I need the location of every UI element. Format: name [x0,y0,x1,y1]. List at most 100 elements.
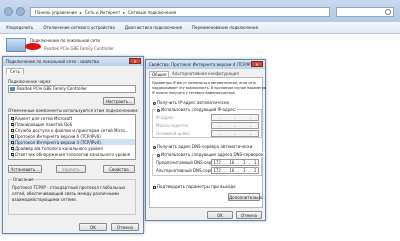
breadcrumb-item[interactable]: Панель управления [35,10,77,15]
advanced-button[interactable]: Дополнительно... [228,193,266,201]
search-icon [385,9,391,15]
checkbox[interactable]: ✓ [11,116,15,123]
auto-dns-radio[interactable]: Получить адрес DNS-сервера автоматически [153,144,252,149]
checkbox[interactable]: ✓ [11,146,15,153]
octet: 16 [229,168,235,173]
mask-label: Маска подсети: [156,123,190,128]
components-label: Отмеченные компоненты используются этим … [8,108,139,113]
props-title-bar: Подключение по локальной сети - свойства [3,57,143,66]
search-input[interactable] [336,7,394,17]
list-item[interactable]: ✓ Ответчик обнаружения топологии канально… [9,151,135,159]
connection-properties-dialog: Подключение по локальной сети - свойства… [2,56,144,234]
back-button[interactable] [4,7,13,16]
radio[interactable] [153,101,156,105]
checkbox[interactable]: ✓ [11,152,15,159]
breadcrumb-sep-icon: ▸ [79,9,82,15]
red-scribble [25,43,41,50]
diagnose-button[interactable]: Диагностика подключения [125,25,182,30]
component-label: Протокол Интернета версии 4 (TCP/IPv4) [15,139,101,145]
radio[interactable] [157,108,160,112]
checkbox[interactable]: ✓ [11,134,15,141]
octet: 2 [253,168,257,173]
ok-button[interactable]: OK [79,223,107,231]
description-group: Описание Протокол TCP/IP - стандартный п… [8,177,136,215]
mask-field: ... [211,122,259,129]
ipv4-title: Свойства: Протокол Интернета версии 4 (T… [149,62,257,67]
props-title: Подключение по локальной сети - свойства [6,59,99,64]
description-line: взаимодействующими сетями. [12,197,77,202]
description-label: Описание [12,177,35,182]
info-line: Параметры IP могут назначаться автоматич… [152,81,257,85]
auto-dns-label: Получить адрес DNS-сервера автоматически [157,144,253,149]
breadcrumb-item[interactable]: Сеть и Интернет [85,10,120,15]
octet: 1 [242,160,246,165]
disable-device-button[interactable]: Отключение сетевого устройства [43,25,115,30]
breadcrumb-sep-icon: ▸ [123,9,126,15]
radio[interactable] [153,145,156,149]
tab-network[interactable]: Сеть [6,68,24,74]
component-label: Драйвер в/в тополога канального уровня [15,145,103,151]
ok-button[interactable]: OK [207,211,233,219]
properties-button[interactable]: Свойства [103,165,135,173]
tab-alternate[interactable]: Альтернативная конфигурация [170,71,241,76]
dns-group: Использовать следующие адреса DNS-сервер… [152,152,266,176]
install-button[interactable]: Установить... [8,165,42,173]
ip-label: IP-адрес: [156,115,175,120]
cancel-button[interactable]: Отмена [236,211,262,219]
component-label: Клиент для сетей Microsoft [15,115,73,121]
remove-button[interactable]: Удалить [56,165,86,173]
confirm-checkbox[interactable]: Подтвердить параметры при выходе [153,184,236,189]
alt-dns-field[interactable]: 172. 16. 1. 2 [211,167,259,174]
checkbox[interactable]: ✓ [11,140,15,147]
ip-group: Использовать следующий IP-адрес: IP-адре… [152,107,262,138]
auto-ip-radio[interactable]: Получить IP-адрес автоматически [153,100,229,105]
organize-button[interactable]: Упорядочить [6,25,33,30]
adapter-field: Realtek PCIe GBE Family Controller [8,85,136,93]
close-icon[interactable]: ✕ [129,58,141,64]
checkbox[interactable]: ✓ [11,128,15,135]
octet: 1 [253,160,257,165]
forward-button[interactable] [16,7,25,16]
component-label: Служба доступа к файлам и принтерам сете… [15,127,129,133]
octet: 172 [213,168,221,173]
connect-via-label: Подключение через: [8,79,52,84]
general-tab-panel: Параметры IP могут назначаться автоматич… [149,77,267,208]
gateway-field: ... [211,130,259,137]
component-label: Ответчик обнаружения топологии канальног… [15,151,130,157]
network-connection-icon[interactable] [6,38,26,52]
radio[interactable] [157,153,160,157]
alt-dns-label: Альтернативный DNS-сервер: [156,168,219,173]
adapter-icon [10,87,15,91]
confirm-label: Подтвердить параметры при выходе [157,184,236,189]
configure-button[interactable]: Настроить... [103,97,135,105]
explorer-title-bar: Панель управления ▸ Сеть и Интернет ▸ Се… [0,0,400,22]
list-item[interactable]: ✓ Служба доступа к файлам и принтерам сет… [9,127,135,135]
manual-dns-radio[interactable]: Использовать следующие адреса DNS-сервер… [156,152,266,157]
rename-button[interactable]: Переименование подключения [192,25,258,30]
info-line: поддерживает эту возможность. В противно… [152,86,267,90]
description-line: Протокол TCP/IP - стандартный протокол г… [12,185,126,190]
cancel-button[interactable]: Отмена [111,223,139,231]
octet: 16 [229,160,235,165]
auto-ip-label: Получить IP-адрес автоматически [157,100,229,105]
component-label: Протокол Интернета версии 6 (TCP/IPv6) [15,133,101,139]
manual-dns-label: Использовать следующие адреса DNS-сервер… [161,152,265,157]
manual-ip-radio[interactable]: Использовать следующий IP-адрес: [156,107,238,112]
adapter-name: Realtek PCIe GBE Family Controller [17,86,87,91]
ip-field: ... [211,114,259,121]
manual-ip-label: Использовать следующий IP-адрес: [161,107,237,112]
close-icon[interactable]: ✕ [251,61,263,67]
info-line: IP можно получить у сетевого администрат… [152,91,236,95]
connection-name[interactable]: Подключение по локальной сети [30,38,100,43]
component-label: Планировщик пакетов QoS [15,121,73,127]
explorer-toolbar: Упорядочить Отключение сетевого устройст… [0,22,400,34]
components-list: ✓ Клиент для сетей Microsoft ✓ Планировщик… [8,114,136,160]
connection-device: Realtek PCIe GBE Family Controller [44,46,114,51]
octet: 1 [242,168,246,173]
breadcrumb-item[interactable]: Сетевые подключения [128,10,176,15]
address-bar[interactable]: Панель управления ▸ Сеть и Интернет ▸ Се… [30,7,330,17]
ipv4-properties-dialog: Свойства: Протокол Интернета версии 4 (T… [145,59,266,221]
checkbox[interactable] [153,185,156,189]
checkbox[interactable]: ✓ [11,122,15,129]
pref-dns-field[interactable]: 172. 16. 1. 1 [211,159,259,166]
